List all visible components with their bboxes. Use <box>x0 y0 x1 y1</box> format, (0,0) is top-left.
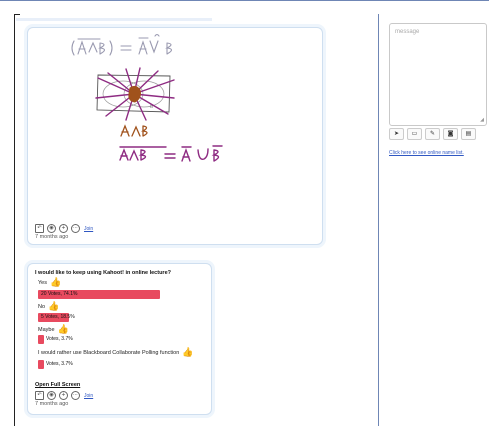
whiteboard-drawing: B <box>71 33 223 162</box>
whiteboard-post-card[interactable]: B ↶ ◉ + ⋯ Join 7 months ago <box>27 27 323 245</box>
vote-bar <box>38 335 44 344</box>
thumbs-up-icon[interactable]: 👍 <box>182 349 193 358</box>
open-full-screen-link[interactable]: Open Full Screen <box>35 382 80 388</box>
thumbs-up-icon[interactable]: 👍 <box>50 279 61 288</box>
timestamp: 7 months ago <box>35 234 69 240</box>
top-accent-bar <box>16 18 212 21</box>
option-label: Maybe <box>38 327 55 333</box>
handwritten-formula-top <box>71 33 173 56</box>
resize-handle-icon[interactable]: ◢ <box>480 117 484 123</box>
thumbs-up-icon[interactable]: 👍 <box>48 303 59 312</box>
vote-count: Votes, 3.7% <box>46 361 73 367</box>
chat-icon[interactable]: ▭ <box>407 128 422 140</box>
join-link[interactable]: Join <box>84 393 93 399</box>
plus-icon[interactable]: + <box>59 224 68 233</box>
pencil-icon[interactable]: ✎ <box>425 128 440 140</box>
poll-option-maybe[interactable]: Maybe 👍 <box>38 326 69 335</box>
reply-icon[interactable]: ↶ <box>35 224 44 233</box>
left-divider <box>14 15 15 426</box>
poll-question: I would like to keep using Kahoot! in on… <box>35 270 171 276</box>
vote-bar <box>38 360 44 369</box>
vote-count: 20 Votes, 74.1% <box>41 291 78 297</box>
poll-actions: ↶ ◉ + ⋯ Join <box>35 391 93 400</box>
venn-sketch: B <box>95 67 175 121</box>
left-divider-tick <box>14 14 20 15</box>
vote-count: Votes, 3.7% <box>46 336 73 342</box>
poll-option-no[interactable]: No 👍 <box>38 303 59 312</box>
eye-icon[interactable]: ◉ <box>47 391 56 400</box>
more-icon[interactable]: ⋯ <box>71 224 80 233</box>
option-label: No <box>38 304 46 310</box>
whiteboard-actions: ↶ ◉ + ⋯ Join <box>35 224 93 233</box>
poll-option-yes[interactable]: Yes 👍 <box>38 279 61 288</box>
timestamp: 7 months ago <box>35 401 69 407</box>
panel-divider <box>378 14 379 426</box>
plus-icon[interactable]: + <box>59 391 68 400</box>
message-input[interactable]: message ◢ <box>389 23 487 126</box>
join-link[interactable]: Join <box>84 226 93 232</box>
camera-icon[interactable]: ◙ <box>443 128 458 140</box>
poll-post-card[interactable]: I would like to keep using Kahoot! in on… <box>27 263 212 415</box>
option-label: Yes <box>38 280 47 286</box>
handwritten-de-morgan <box>119 145 223 162</box>
eye-icon[interactable]: ◉ <box>47 224 56 233</box>
handwritten-a-and-b <box>120 124 148 137</box>
online-name-list-link[interactable]: Click here to see online name list. <box>389 150 464 156</box>
chat-toolbar: ➤ ▭ ✎ ◙ ▤ <box>389 128 476 140</box>
reply-icon[interactable]: ↶ <box>35 391 44 400</box>
option-label: I would rather use Blackboard Collaborat… <box>38 350 180 356</box>
poll-option-blackboard[interactable]: I would rather use Blackboard Collaborat… <box>38 349 193 358</box>
vote-count: 5 Votes, 18.5% <box>41 314 75 320</box>
top-border <box>0 0 489 1</box>
thumbs-up-icon[interactable]: 👍 <box>58 326 69 335</box>
send-icon[interactable]: ➤ <box>389 128 404 140</box>
poll-icon[interactable]: ▤ <box>461 128 476 140</box>
message-placeholder: message <box>395 29 420 35</box>
more-icon[interactable]: ⋯ <box>71 391 80 400</box>
